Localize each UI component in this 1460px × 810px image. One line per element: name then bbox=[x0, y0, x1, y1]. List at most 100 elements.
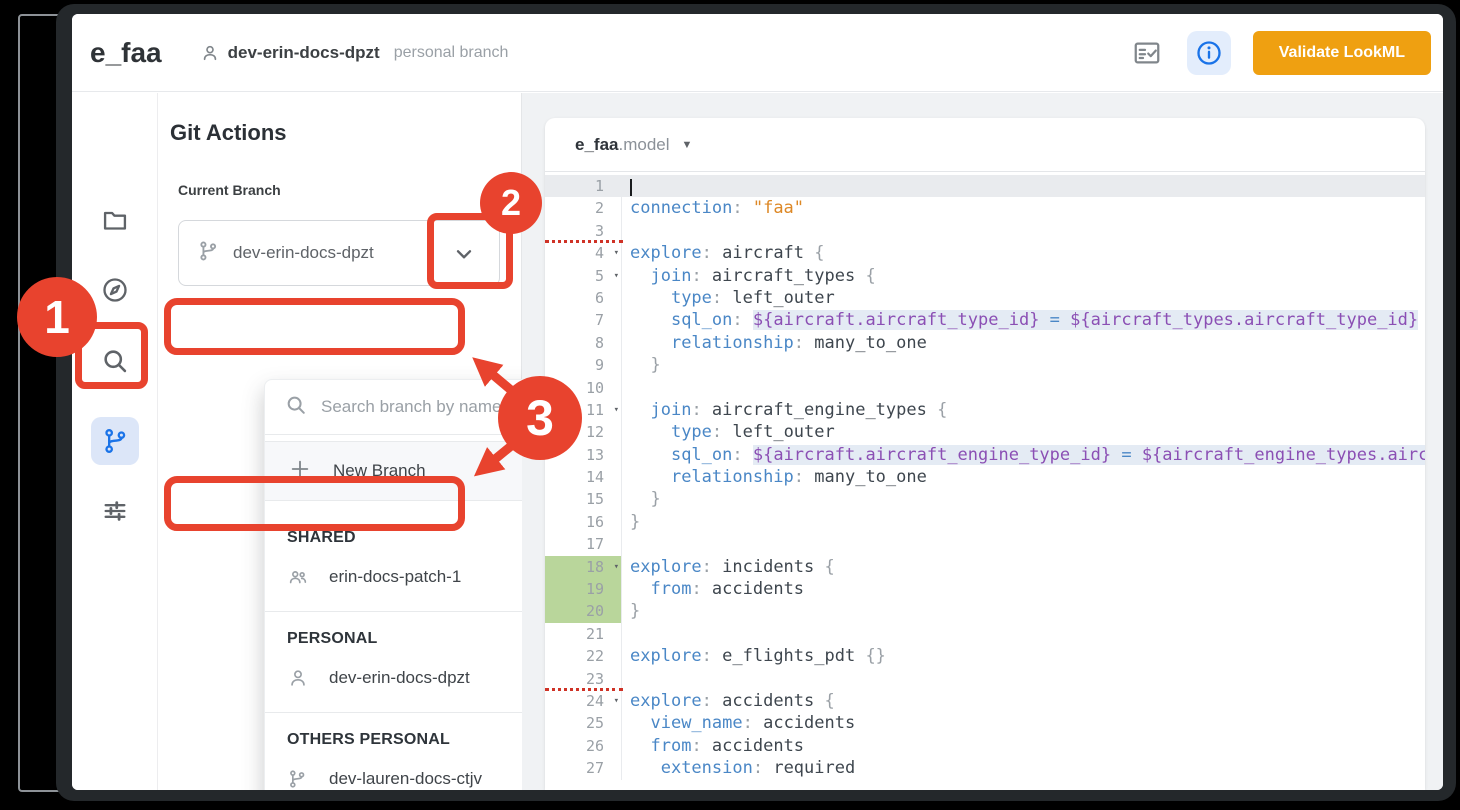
line-number: 17 bbox=[545, 533, 621, 555]
line-number: 8 bbox=[545, 332, 621, 354]
line-number: 19 bbox=[545, 578, 621, 600]
current-branch-label: Current Branch bbox=[178, 182, 281, 198]
code-line: 13 sql_on: ${aircraft.aircraft_engine_ty… bbox=[545, 444, 1425, 466]
code-line: 10 bbox=[545, 377, 1425, 399]
code-line: 15 } bbox=[545, 488, 1425, 510]
line-number: 4 bbox=[545, 242, 621, 264]
code-line: 7 sql_on: ${aircraft.aircraft_type_id} =… bbox=[545, 309, 1425, 331]
search-icon bbox=[285, 394, 307, 421]
fold-triangle-icon[interactable]: ▾ bbox=[614, 399, 619, 421]
git-branch-icon bbox=[287, 769, 311, 789]
validate-lookml-button[interactable]: Validate LookML bbox=[1253, 31, 1431, 75]
app-content: e_faa dev-erin-docs-dpzt personal branch bbox=[72, 14, 1443, 790]
line-number: 7 bbox=[545, 309, 621, 331]
caret-down-icon[interactable]: ▼ bbox=[682, 139, 693, 151]
code-line-text: connection: "faa" bbox=[622, 197, 804, 219]
code-line: 9 } bbox=[545, 354, 1425, 376]
code-line: 8 relationship: many_to_one bbox=[545, 332, 1425, 354]
code-line: 3 bbox=[545, 220, 1425, 242]
line-number: 14 bbox=[545, 466, 621, 488]
current-branch-indicator: dev-erin-docs-dpzt personal branch bbox=[200, 43, 509, 63]
branch-item-label: dev-lauren-docs-ctjv bbox=[329, 769, 482, 789]
code-line: 20} bbox=[545, 600, 1425, 622]
editor-file-ext: .model bbox=[618, 135, 669, 155]
line-number: 24 bbox=[545, 690, 621, 712]
code-editor[interactable]: 12connection: "faa"34▾explore: aircraft … bbox=[545, 172, 1425, 780]
line-number: 25 bbox=[545, 712, 621, 734]
git-branch-icon bbox=[197, 240, 219, 267]
chevron-down-icon[interactable] bbox=[451, 241, 477, 272]
code-line-text: type: left_outer bbox=[622, 421, 835, 443]
code-line-text: relationship: many_to_one bbox=[622, 332, 927, 354]
line-number: 15 bbox=[545, 488, 621, 510]
branch-selector-value: dev-erin-docs-dpzt bbox=[233, 243, 374, 263]
code-line-text: explore: accidents { bbox=[622, 690, 835, 712]
line-number: 18 bbox=[545, 556, 621, 578]
explore-compass-icon[interactable] bbox=[91, 266, 139, 314]
tune-sliders-icon[interactable] bbox=[91, 487, 139, 535]
branch-search-input[interactable] bbox=[321, 397, 541, 417]
code-line-text: } bbox=[622, 354, 661, 376]
code-line-text: extension: required bbox=[622, 757, 855, 779]
people-icon bbox=[287, 566, 311, 588]
code-line-text: explore: aircraft { bbox=[622, 242, 825, 264]
code-line-text bbox=[622, 220, 630, 242]
code-line: 27 extension: required bbox=[545, 757, 1425, 779]
header-branch-name: dev-erin-docs-dpzt bbox=[228, 43, 380, 63]
editor-file-tab[interactable]: e_faa .model ▼ bbox=[545, 118, 1425, 172]
code-line-text: sql_on: ${aircraft.aircraft_engine_type_… bbox=[622, 444, 1425, 466]
line-number: 2 bbox=[545, 197, 621, 219]
line-number: 3 bbox=[545, 220, 621, 242]
code-line-text: type: left_outer bbox=[622, 287, 835, 309]
left-icon-rail bbox=[72, 93, 158, 790]
search-icon[interactable] bbox=[91, 337, 139, 385]
line-number: 5 bbox=[545, 265, 621, 287]
git-branch-icon[interactable] bbox=[91, 417, 139, 465]
code-line-text: join: aircraft_types { bbox=[622, 265, 876, 287]
code-line: 6 type: left_outer bbox=[545, 287, 1425, 309]
code-line: 19 from: accidents bbox=[545, 578, 1425, 600]
code-line: 26 from: accidents bbox=[545, 735, 1425, 757]
code-line-text: relationship: many_to_one bbox=[622, 466, 927, 488]
branch-selector[interactable]: dev-erin-docs-dpzt bbox=[178, 220, 500, 286]
line-number: 12 bbox=[545, 421, 621, 443]
line-number: 9 bbox=[545, 354, 621, 376]
person-icon bbox=[200, 43, 220, 63]
header-branch-type: personal branch bbox=[394, 44, 509, 62]
code-line-text bbox=[622, 377, 630, 399]
line-number: 1 bbox=[545, 175, 621, 197]
code-line-text bbox=[622, 175, 632, 197]
fold-triangle-icon[interactable]: ▾ bbox=[614, 242, 619, 264]
text-cursor bbox=[630, 179, 632, 196]
fold-triangle-icon[interactable]: ▾ bbox=[614, 265, 619, 287]
fact-check-icon[interactable] bbox=[1125, 31, 1169, 75]
git-actions-panel: Git Actions Current Branch dev-erin-docs… bbox=[158, 93, 522, 790]
code-line-text: explore: incidents { bbox=[622, 556, 835, 578]
project-title: e_faa bbox=[90, 37, 162, 69]
info-icon[interactable] bbox=[1187, 31, 1231, 75]
line-number: 10 bbox=[545, 377, 621, 399]
line-number: 26 bbox=[545, 735, 621, 757]
folder-icon[interactable] bbox=[91, 196, 139, 244]
plus-icon bbox=[289, 458, 311, 485]
code-line: 5▾ join: aircraft_types { bbox=[545, 265, 1425, 287]
code-line: 21 bbox=[545, 623, 1425, 645]
code-line: 18▾explore: incidents { bbox=[545, 556, 1425, 578]
app-window: e_faa dev-erin-docs-dpzt personal branch bbox=[56, 4, 1456, 801]
code-line-text bbox=[622, 623, 630, 645]
code-line: 23 bbox=[545, 668, 1425, 690]
code-line-text bbox=[622, 533, 630, 555]
code-line-text: } bbox=[622, 488, 661, 510]
code-line-text bbox=[622, 668, 630, 690]
fold-triangle-icon[interactable]: ▾ bbox=[614, 556, 619, 578]
code-line-text: view_name: accidents bbox=[622, 712, 855, 734]
line-number: 22 bbox=[545, 645, 621, 667]
fold-triangle-icon[interactable]: ▾ bbox=[614, 690, 619, 712]
branch-item-label: erin-docs-patch-1 bbox=[329, 567, 461, 587]
code-line: 1 bbox=[545, 175, 1425, 197]
code-line: 22explore: e_flights_pdt {} bbox=[545, 645, 1425, 667]
line-number: 27 bbox=[545, 757, 621, 779]
editor-file-name: e_faa bbox=[575, 135, 618, 155]
app-header: e_faa dev-erin-docs-dpzt personal branch bbox=[72, 14, 1443, 92]
code-line: 14 relationship: many_to_one bbox=[545, 466, 1425, 488]
